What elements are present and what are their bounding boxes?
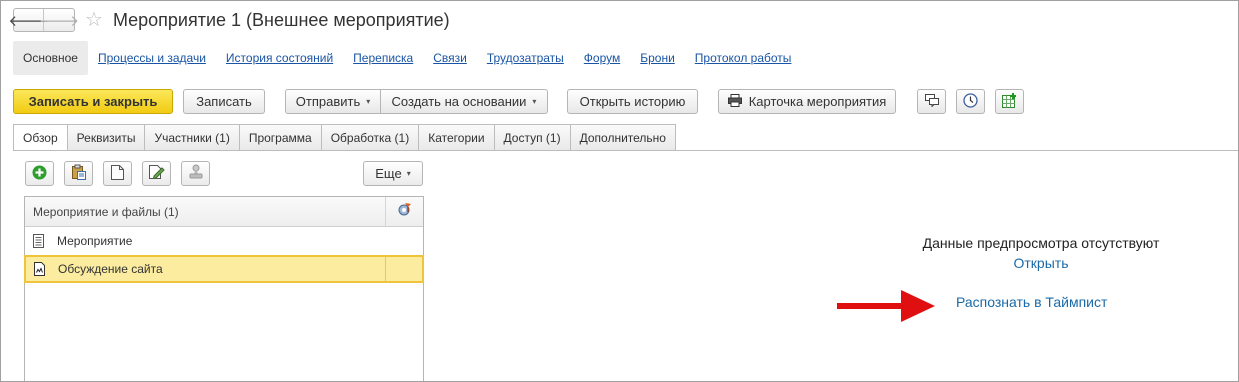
tab-overview[interactable]: Обзор (13, 124, 68, 151)
forward-button[interactable]: 🡒 (39, 9, 79, 31)
blank-document-icon (111, 164, 124, 183)
list-header-title: Мероприятие и файлы (1) (25, 197, 386, 226)
stamp-icon (189, 164, 203, 183)
save-and-close-button[interactable]: Записать и закрыть (13, 89, 173, 114)
section-correspondence[interactable]: Переписка (343, 41, 423, 75)
open-history-label: Открыть историю (579, 94, 686, 109)
preview-empty-message: Данные предпросмотра отсутствуют (922, 235, 1160, 251)
recognize-in-timepist-link[interactable]: Распознать в Таймпист (956, 294, 1107, 310)
tab-strip: Обзор Реквизиты Участники (1) Программа … (13, 124, 676, 151)
tab-participants[interactable]: Участники (1) (145, 124, 240, 151)
list-row-label: Обсуждение сайта (58, 262, 163, 276)
tab-additional[interactable]: Дополнительно (570, 124, 676, 151)
create-based-on-button[interactable]: Создать на основании ▾ (380, 89, 548, 114)
list-header: Мероприятие и файлы (1) (25, 197, 423, 227)
history-nav: 🡐 🡒 (8, 8, 79, 32)
red-arrow-icon (837, 290, 935, 322)
save-label: Записать (196, 94, 252, 109)
edit-file-button[interactable] (142, 161, 171, 186)
section-links[interactable]: Связи (423, 41, 477, 75)
open-history-button[interactable]: Открыть историю (567, 89, 698, 114)
favorite-star-icon[interactable]: ☆ (85, 10, 103, 30)
section-labor[interactable]: Трудозатраты (477, 41, 574, 75)
list-row-label: Мероприятие (57, 234, 133, 248)
event-card-label: Карточка мероприятия (748, 94, 887, 109)
paste-button[interactable] (64, 161, 93, 186)
chevron-down-icon: ▾ (366, 97, 371, 106)
tab-processing[interactable]: Обработка (1) (321, 124, 420, 151)
send-label: Отправить (295, 94, 361, 109)
pin-settings-icon (396, 202, 413, 221)
table-add-icon (1002, 92, 1017, 111)
section-state-history[interactable]: История состояний (216, 41, 343, 75)
clipboard-icon (71, 164, 87, 183)
more-button[interactable]: Еще ▾ (363, 161, 423, 186)
add-button[interactable] (25, 161, 54, 186)
app-window: 🡐 🡒 ☆ Мероприятие 1 (Внешнее мероприятие… (0, 0, 1239, 382)
more-label: Еще (375, 166, 402, 181)
document-icon (33, 234, 49, 248)
section-work-log[interactable]: Протокол работы (685, 41, 802, 75)
tab-access[interactable]: Доступ (1) (494, 124, 571, 151)
stamp-button[interactable] (181, 161, 210, 186)
tab-categories[interactable]: Категории (419, 124, 495, 151)
new-file-button[interactable] (103, 161, 132, 186)
section-bookings[interactable]: Брони (630, 41, 685, 75)
section-processes[interactable]: Процессы и задачи (88, 41, 216, 75)
send-button[interactable]: Отправить ▾ (285, 89, 381, 114)
file-icon (34, 262, 50, 276)
save-and-close-label: Записать и закрыть (28, 94, 158, 109)
chevron-down-icon: ▾ (406, 169, 411, 178)
files-toolbar: Еще ▾ (25, 161, 424, 186)
title-bar: 🡐 🡒 ☆ Мероприятие 1 (Внешнее мероприятие… (8, 7, 450, 33)
tab-divider (13, 150, 1238, 151)
event-card-button[interactable]: Карточка мероприятия (718, 89, 896, 114)
command-bar: Записать и закрыть Записать Отправить ▾ … (13, 89, 1228, 114)
tab-program[interactable]: Программа (239, 124, 322, 151)
open-link[interactable]: Открыть (881, 255, 1201, 271)
section-nav: Основное Процессы и задачи История состо… (13, 41, 801, 75)
column-settings-button[interactable] (386, 202, 423, 221)
list-row-site-discussion[interactable]: Обсуждение сайта (24, 255, 424, 283)
section-forum[interactable]: Форум (574, 41, 630, 75)
printer-icon (727, 93, 742, 110)
comments-button[interactable] (917, 89, 946, 114)
column-separator (385, 257, 386, 281)
export-table-button[interactable] (995, 89, 1024, 114)
files-list: Мероприятие и файлы (1) Мероприятие Обсу… (24, 196, 424, 381)
chevron-down-icon: ▾ (532, 97, 537, 106)
page-title: Мероприятие 1 (Внешнее мероприятие) (112, 9, 450, 30)
comments-icon (924, 93, 939, 110)
save-button[interactable]: Записать (183, 89, 265, 114)
edit-document-icon (148, 164, 165, 183)
section-main[interactable]: Основное (13, 41, 88, 75)
clock-icon (963, 92, 978, 111)
tab-details[interactable]: Реквизиты (67, 124, 146, 151)
create-based-on-label: Создать на основании (391, 94, 527, 109)
list-row-event[interactable]: Мероприятие (25, 227, 423, 255)
reminder-button[interactable] (956, 89, 985, 114)
add-icon (32, 165, 47, 183)
